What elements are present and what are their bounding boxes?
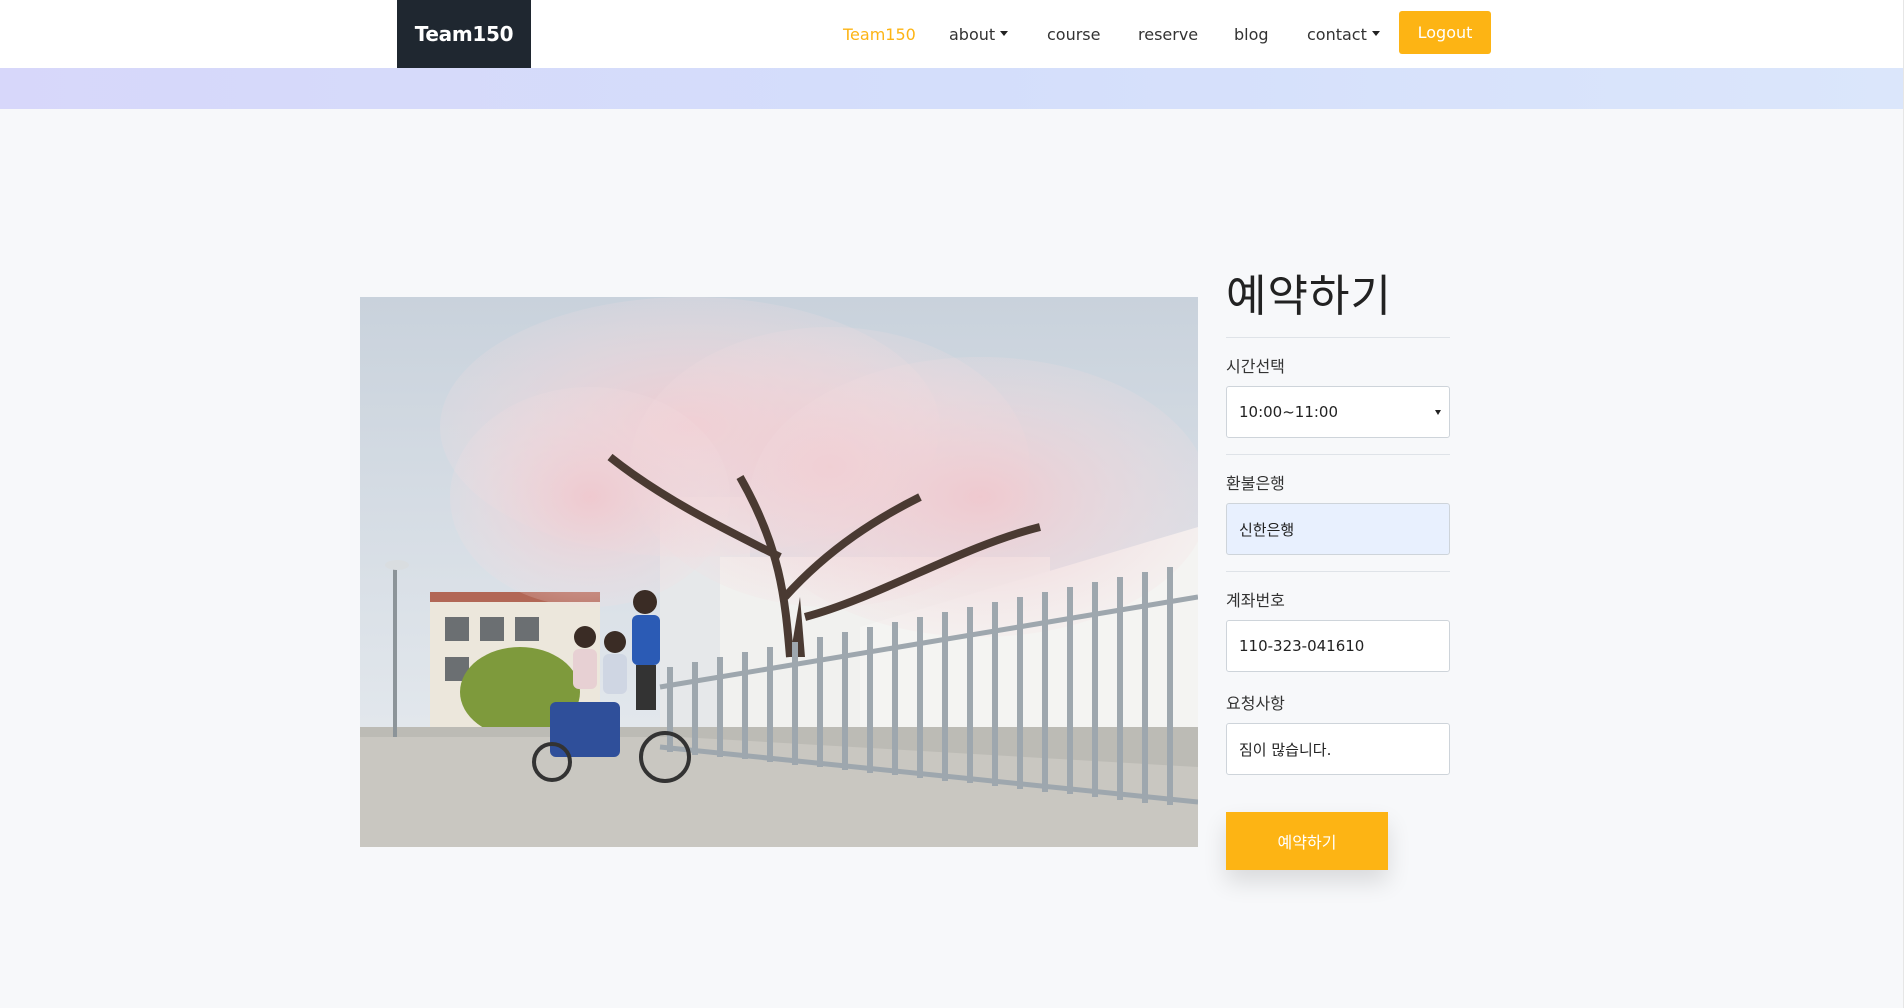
nav-item-course[interactable]: course [1047, 23, 1100, 45]
select-arrow-icon [1435, 410, 1441, 415]
reservation-form: 예약하기 시간선택 10:00~11:00 환불은행 신한은행 계좌번호 110… [1226, 270, 1450, 775]
reserve-submit-button[interactable]: 예약하기 [1226, 812, 1388, 870]
top-navbar: Team150 Team150 about course reserve blo… [0, 0, 1904, 68]
nav-item-reserve[interactable]: reserve [1138, 23, 1198, 45]
nav-item-label: contact [1307, 24, 1367, 44]
account-input[interactable]: 110-323-041610 [1226, 620, 1450, 672]
nav-item-about[interactable]: about [949, 23, 1009, 45]
logout-button[interactable]: Logout [1399, 11, 1491, 54]
form-title: 예약하기 [1226, 271, 1392, 322]
bank-label: 환불은행 [1226, 474, 1285, 493]
bank-input-value: 신한은행 [1239, 520, 1295, 539]
divider [1226, 337, 1450, 338]
time-label: 시간선택 [1226, 357, 1285, 376]
nav-item-team150[interactable]: Team150 [843, 23, 916, 45]
bank-input[interactable]: 신한은행 [1226, 503, 1450, 555]
brand-logo[interactable]: Team150 [397, 0, 531, 68]
nav-item-label: Team150 [843, 24, 916, 44]
caret-down-icon [1371, 30, 1380, 36]
nav-item-contact[interactable]: contact [1307, 23, 1380, 45]
request-input-value: 짐이 많습니다. [1239, 740, 1332, 759]
request-input[interactable]: 짐이 많습니다. [1226, 723, 1450, 775]
divider [1226, 571, 1450, 572]
hero-gradient-band [0, 68, 1904, 109]
caret-down-icon [1000, 30, 1009, 36]
nav-item-label: reserve [1138, 24, 1199, 44]
account-input-value: 110-323-041610 [1239, 637, 1365, 655]
account-label: 계좌번호 [1226, 591, 1285, 610]
cherry-blossom-photo [360, 297, 1198, 847]
nav-item-label: about [949, 24, 996, 44]
nav-item-label: blog [1234, 24, 1269, 44]
time-select-value: 10:00~11:00 [1239, 403, 1339, 421]
nav-item-label: course [1047, 24, 1101, 44]
divider [1226, 454, 1450, 455]
nav-item-blog[interactable]: blog [1234, 23, 1269, 45]
time-select[interactable]: 10:00~11:00 [1226, 386, 1450, 438]
request-label: 요청사항 [1226, 694, 1285, 713]
